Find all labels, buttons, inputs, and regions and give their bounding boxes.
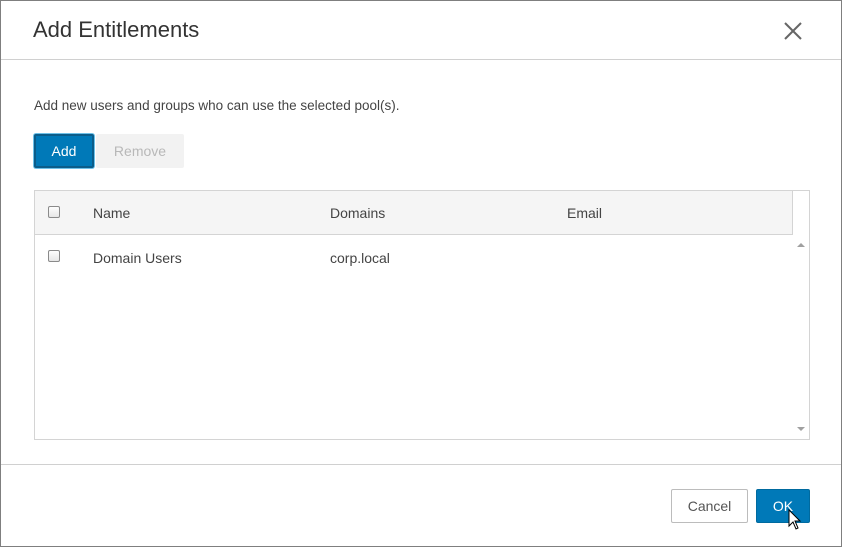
footer-divider [1, 464, 841, 465]
row-checkbox[interactable] [48, 250, 60, 262]
table-scrollbar[interactable] [793, 236, 809, 439]
table-row[interactable]: Domain Users corp.local [35, 236, 792, 280]
column-header-name[interactable]: Name [93, 205, 130, 221]
table-header: Name Domains Email [35, 191, 809, 235]
close-icon[interactable] [782, 20, 804, 42]
cancel-button[interactable]: Cancel [671, 489, 748, 523]
add-entitlements-dialog: Add Entitlements Add new users and group… [0, 0, 842, 547]
remove-button[interactable]: Remove [96, 134, 184, 168]
mouse-pointer-icon [788, 508, 802, 531]
scroll-up-icon[interactable] [797, 243, 805, 247]
dialog-title: Add Entitlements [33, 17, 200, 42]
column-header-domains[interactable]: Domains [330, 205, 385, 221]
row-domain-cell: corp.local [330, 250, 390, 266]
row-name-cell: Domain Users [93, 250, 182, 266]
entitlements-table: Name Domains Email Domain Users corp.loc… [34, 190, 810, 440]
select-all-checkbox[interactable] [48, 206, 60, 218]
dialog-header: Add Entitlements [1, 1, 841, 60]
column-header-email[interactable]: Email [567, 205, 602, 221]
scroll-down-icon[interactable] [797, 427, 805, 431]
header-scroll-pad [793, 191, 809, 235]
add-button[interactable]: Add [34, 134, 94, 168]
dialog-description: Add new users and groups who can use the… [34, 98, 400, 113]
